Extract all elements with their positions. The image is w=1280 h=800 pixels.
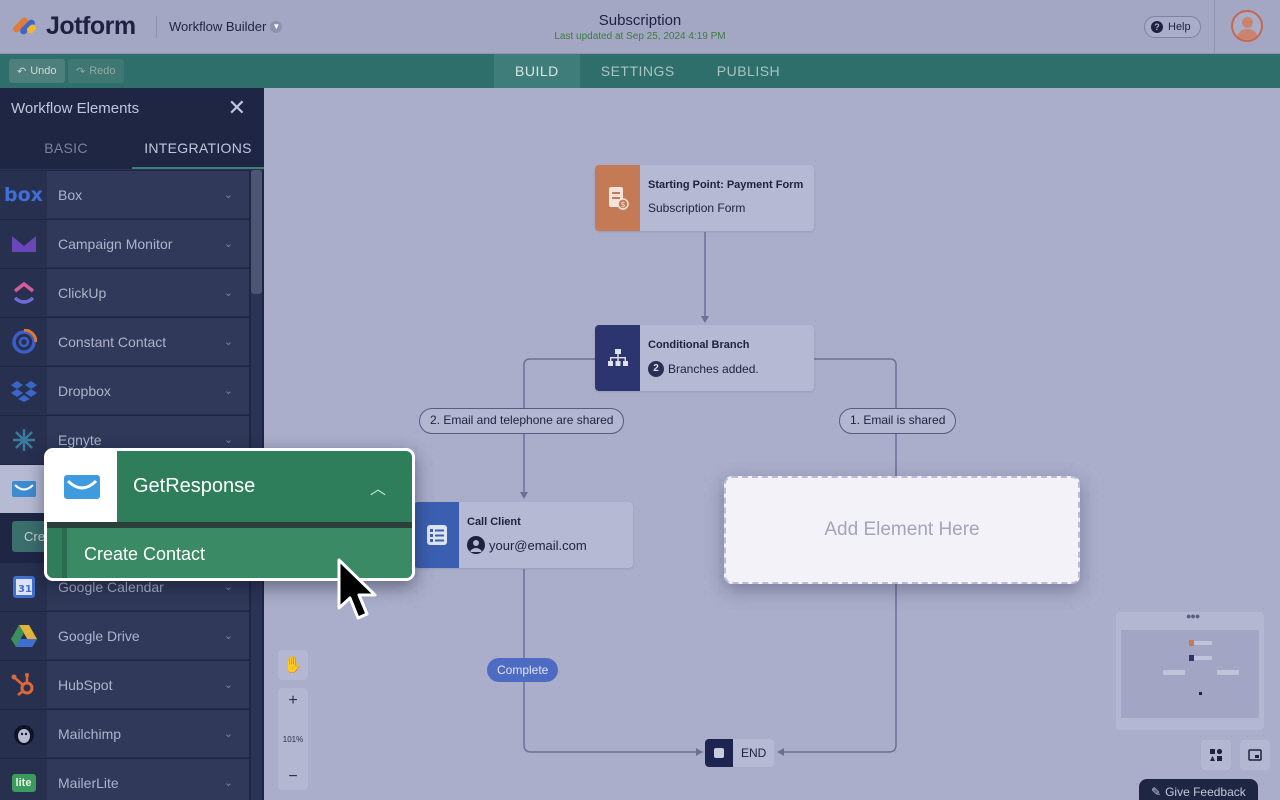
minimap[interactable]	[1116, 612, 1264, 730]
close-icon[interactable]: ✕	[228, 97, 246, 119]
hand-tool[interactable]: ✋	[278, 650, 308, 680]
zoom-out-button[interactable]: −	[288, 768, 297, 786]
google-drive-icon	[0, 612, 47, 660]
minimap-handle-icon[interactable]: ●●●	[1186, 611, 1200, 621]
minimap-viewport	[1121, 630, 1259, 718]
getresponse-header[interactable]: GetResponse ︿	[47, 451, 412, 522]
mailerlite-icon: lite	[0, 759, 47, 800]
elements-view-button[interactable]	[1201, 740, 1231, 770]
sidebar-item-clickup[interactable]: ClickUp ⌄	[0, 269, 249, 317]
constant-contact-icon	[0, 318, 47, 366]
branch-icon	[595, 325, 640, 391]
minimap-toggle-button[interactable]	[1240, 740, 1270, 770]
conditional-branch-node[interactable]: Conditional Branch 2 Branches added.	[595, 325, 814, 391]
checklist-icon	[414, 502, 459, 568]
hand-icon: ✋	[283, 657, 303, 674]
branch-node-subtitle: 2 Branches added.	[648, 361, 759, 377]
condition-left-label[interactable]: 2. Email and telephone are shared	[419, 408, 625, 434]
user-icon	[467, 536, 485, 554]
zoom-in-button[interactable]: +	[288, 692, 297, 710]
branch-node-title: Conditional Branch	[648, 339, 750, 351]
end-label: END	[741, 746, 767, 760]
sidebar-title: Workflow Elements	[11, 99, 140, 117]
chevron-down-icon: ⌄	[223, 777, 233, 789]
zoom-controls: + 101% −	[278, 688, 308, 790]
feedback-icon: ✎	[1151, 785, 1162, 799]
chevron-down-icon: ⌄	[223, 336, 233, 348]
sidebar-item-mailerlite[interactable]: lite MailerLite ⌄	[0, 759, 249, 800]
getresponse-label: GetResponse	[133, 475, 256, 497]
start-node[interactable]: $ Starting Point: Payment Form Subscript…	[595, 165, 814, 231]
box-icon: box	[0, 171, 47, 219]
branch-count-badge: 2	[648, 361, 664, 377]
dropbox-icon	[0, 367, 47, 415]
chevron-down-icon: ⌄	[223, 287, 233, 299]
start-node-title: Starting Point: Payment Form	[648, 179, 804, 191]
svg-text:$: $	[620, 200, 625, 209]
sidebar-tabs: BASIC INTEGRATIONS	[0, 128, 264, 170]
chevron-down-icon: ⌄	[223, 189, 233, 201]
chevron-up-icon[interactable]: ︿	[370, 475, 386, 499]
call-node-title: Call Client	[467, 516, 521, 528]
shapes-icon	[1210, 748, 1223, 761]
egnyte-icon	[0, 416, 47, 464]
sidebar-item-dropbox[interactable]: Dropbox ⌄	[0, 367, 249, 415]
sidebar-item-hubspot[interactable]: HubSpot ⌄	[0, 661, 249, 709]
zoom-level: 101%	[282, 734, 304, 744]
clickup-icon	[0, 269, 47, 317]
hubspot-icon	[0, 661, 47, 709]
call-client-node[interactable]: Call Client your@email.com	[414, 502, 633, 568]
add-element-dropzone[interactable]: Add Element Here	[724, 476, 1080, 584]
tab-basic[interactable]: BASIC	[0, 128, 132, 169]
workflow-elements-sidebar: Workflow Elements ✕ BASIC INTEGRATIONS b…	[0, 88, 264, 800]
stop-icon	[705, 739, 733, 767]
getresponse-logo-icon	[47, 451, 117, 522]
sidebar-item-box[interactable]: box Box ⌄	[0, 171, 249, 219]
sidebar-item-constant-contact[interactable]: Constant Contact ⌄	[0, 318, 249, 366]
chevron-down-icon: ⌄	[223, 238, 233, 250]
condition-right-label[interactable]: 1. Email is shared	[839, 408, 957, 434]
minimap-icon	[1248, 749, 1262, 761]
sidebar-item-mailchimp[interactable]: Mailchimp ⌄	[0, 710, 249, 758]
start-node-subtitle: Subscription Form	[648, 201, 746, 215]
scrollbar-thumb[interactable]	[251, 170, 262, 294]
google-calendar-icon: 31	[0, 563, 47, 611]
call-node-subtitle: your@email.com	[467, 536, 587, 554]
tab-integrations[interactable]: INTEGRATIONS	[132, 128, 264, 169]
campaign-monitor-icon	[0, 220, 47, 268]
chevron-down-icon: ⌄	[223, 581, 233, 593]
complete-label[interactable]: Complete	[487, 658, 559, 682]
payment-form-icon: $	[595, 165, 640, 231]
give-feedback-button[interactable]: ✎ Give Feedback	[1139, 779, 1258, 800]
sidebar-item-campaign-monitor[interactable]: Campaign Monitor ⌄	[0, 220, 249, 268]
chevron-down-icon: ⌄	[223, 434, 233, 446]
end-node[interactable]: END	[705, 739, 775, 767]
mailchimp-icon	[0, 710, 47, 758]
chevron-down-icon: ⌄	[223, 679, 233, 691]
getresponse-icon	[0, 465, 47, 513]
svg-text:31: 31	[18, 584, 32, 595]
mouse-cursor-icon	[337, 558, 377, 620]
sidebar-item-google-drive[interactable]: Google Drive ⌄	[0, 612, 249, 660]
chevron-down-icon: ⌄	[223, 630, 233, 642]
chevron-down-icon: ⌄	[223, 385, 233, 397]
chevron-down-icon: ⌄	[223, 728, 233, 740]
